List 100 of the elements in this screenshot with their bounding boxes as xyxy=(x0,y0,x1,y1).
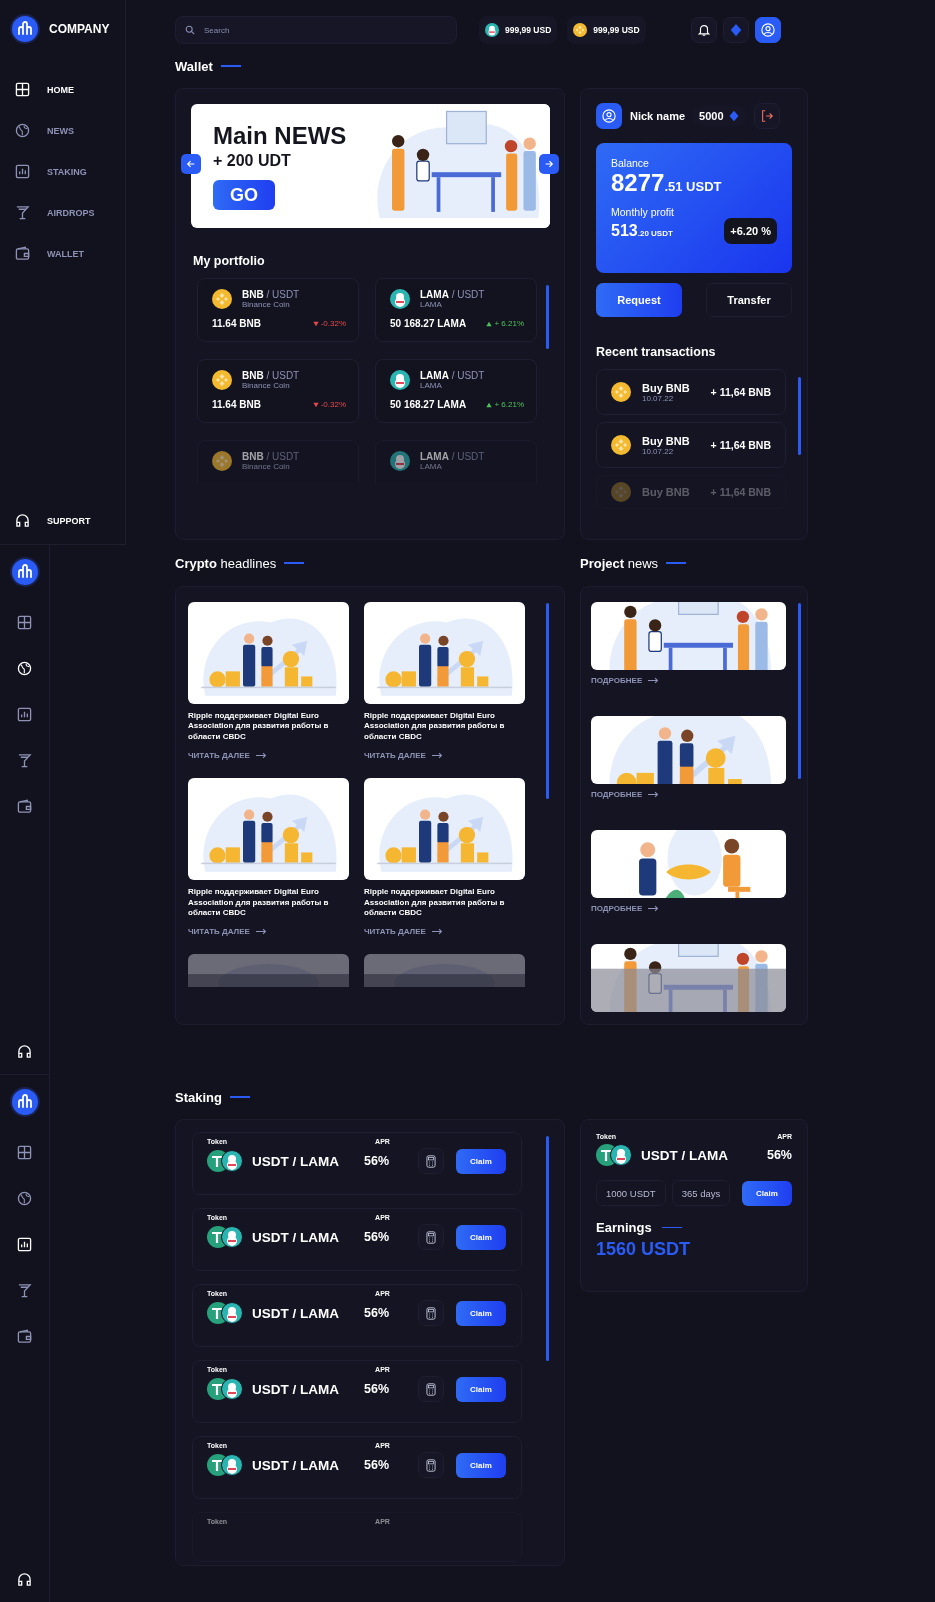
calculator-button[interactable] xyxy=(418,1224,444,1250)
nav-button[interactable] xyxy=(17,1145,32,1160)
nav-button[interactable] xyxy=(17,615,32,630)
balance-label: Balance xyxy=(611,157,650,169)
claim-button[interactable]: Claim xyxy=(456,1148,506,1174)
holding-amount: 11.64 BNB xyxy=(212,399,261,410)
nav-item[interactable]: HOME xyxy=(15,82,74,97)
user-icon xyxy=(602,109,616,123)
calculator-icon xyxy=(426,1230,436,1244)
profit-value: 513.20 USDT xyxy=(611,222,673,240)
calculator-button[interactable] xyxy=(418,1300,444,1326)
nav-item[interactable]: STAKING xyxy=(15,164,87,179)
diamond-button[interactable] xyxy=(722,17,749,43)
wallet-icon xyxy=(15,246,30,261)
pair-name: BNB / USDT xyxy=(242,451,300,462)
logo-icon xyxy=(9,1087,40,1117)
read-more-link[interactable]: ЧИТАТЬ ДАЛЕЕ xyxy=(364,927,443,937)
nav-button[interactable] xyxy=(17,753,32,768)
token-pair-icon xyxy=(207,1378,243,1400)
logout-button[interactable] xyxy=(753,103,780,129)
transaction-row[interactable]: Buy BNB 10.07.22 + 11,64 BNB xyxy=(596,422,786,468)
calculator-button[interactable] xyxy=(418,1452,444,1478)
transfer-button[interactable]: Transfer xyxy=(706,283,792,317)
support-button[interactable] xyxy=(17,1572,32,1587)
period-field[interactable]: 365 days xyxy=(671,1180,731,1206)
scrollbar[interactable] xyxy=(798,377,801,455)
arrow-right-icon xyxy=(648,791,660,798)
scrollbar[interactable] xyxy=(546,285,549,349)
coin-icon xyxy=(611,482,631,502)
arrow-right-icon xyxy=(255,752,267,760)
glass-icon xyxy=(15,205,30,220)
go-button[interactable]: GO xyxy=(213,180,275,210)
search-field[interactable]: Search xyxy=(175,16,457,44)
support-link[interactable]: SUPPORT xyxy=(10,513,91,528)
user-icon xyxy=(760,23,775,37)
coin-icon xyxy=(611,382,631,402)
next-button[interactable] xyxy=(539,154,559,174)
nav-item[interactable]: AIRDROPS xyxy=(15,205,95,220)
arrow-right-icon xyxy=(431,752,443,760)
profile-button[interactable] xyxy=(754,17,781,43)
scrollbar[interactable] xyxy=(546,1136,549,1361)
nav-item[interactable]: NEWS xyxy=(15,123,74,138)
holding-card[interactable]: BNB / USDT Binance Coin 11.64 BNB -0.32% xyxy=(197,359,359,423)
token-pair-icon xyxy=(207,1302,243,1324)
support-button[interactable] xyxy=(17,1044,32,1059)
nav-button[interactable] xyxy=(17,707,32,722)
transaction-date: 10.07.22 xyxy=(642,446,675,456)
nav-button[interactable] xyxy=(17,1191,32,1206)
claim-button[interactable]: Claim xyxy=(456,1376,506,1402)
coin-name: LAMA xyxy=(420,381,443,390)
read-more-link[interactable]: ПОДРОБНЕЕ xyxy=(591,676,660,685)
claim-button[interactable]: Claim xyxy=(742,1180,792,1206)
previous-button[interactable] xyxy=(181,154,201,174)
amount-field[interactable]: 1000 USDT xyxy=(596,1180,666,1206)
nav-item[interactable]: WALLET xyxy=(15,246,84,261)
read-more-link[interactable]: ЧИТАТЬ ДАЛЕЕ xyxy=(188,751,267,761)
claim-button[interactable]: Claim xyxy=(456,1452,506,1478)
claim-button[interactable]: Claim xyxy=(456,1224,506,1250)
nav-button[interactable] xyxy=(17,1329,32,1344)
read-more-link[interactable]: ЧИТАТЬ ДАЛЕЕ xyxy=(364,751,443,761)
notification-button[interactable] xyxy=(690,17,717,43)
chart-icon xyxy=(17,707,32,722)
logo-icon xyxy=(9,557,40,587)
read-more-link[interactable]: ПОДРОБНЕЕ xyxy=(591,790,660,799)
scrollbar[interactable] xyxy=(546,603,549,799)
globe-icon xyxy=(17,1191,32,1206)
request-button[interactable]: Request xyxy=(596,283,682,317)
coin-icon xyxy=(212,370,232,390)
transaction-date: 10.07.22 xyxy=(642,393,675,403)
holding-card[interactable]: LAMA / USDT LAMA xyxy=(375,440,537,483)
nav-button[interactable] xyxy=(17,799,32,814)
price-change: -0.32% xyxy=(312,400,346,409)
coin-name: Binance Coin xyxy=(242,462,291,471)
transaction-row[interactable]: Buy BNB 10.07.22 + 11,64 BNB xyxy=(596,369,786,415)
holding-card[interactable]: BNB / USDT Binance Coin 11.64 BNB -0.32% xyxy=(197,278,359,342)
triangle-up-icon xyxy=(486,401,493,408)
balance-chip: 999,99 USD xyxy=(567,16,646,44)
triangle-down-icon xyxy=(312,320,319,327)
holding-amount: 50 168.27 LAMA xyxy=(390,399,467,410)
diamond-icon xyxy=(728,23,743,37)
coin-name: LAMA xyxy=(420,462,443,471)
search-icon xyxy=(185,25,195,35)
calculator-button[interactable] xyxy=(418,1148,444,1174)
holding-card[interactable]: BNB / USDT Binance Coin xyxy=(197,440,359,483)
section-title: Project news xyxy=(580,555,659,571)
claim-button[interactable]: Claim xyxy=(456,1300,506,1326)
scrollbar[interactable] xyxy=(798,603,801,779)
holding-card[interactable]: LAMA / USDT LAMA 50 168.27 LAMA + 6.21% xyxy=(375,359,537,423)
diamond-icon xyxy=(727,110,740,122)
portfolio-title: My portfolio xyxy=(193,254,266,268)
apr-value: 56% xyxy=(364,1230,391,1244)
nav-button[interactable] xyxy=(17,1283,32,1298)
read-more-link[interactable]: ЧИТАТЬ ДАЛЕЕ xyxy=(188,927,267,937)
pair-name: USDT / LAMA xyxy=(252,1229,340,1245)
holding-card[interactable]: LAMA / USDT LAMA 50 168.27 LAMA + 6.21% xyxy=(375,278,537,342)
calculator-button[interactable] xyxy=(418,1376,444,1402)
pair-name: USDT / LAMA xyxy=(252,1457,340,1473)
article-headline: Ripple поддерживает Digital Euro Association для развития работы в области CBDC xyxy=(188,887,330,919)
nickname: Nick name xyxy=(630,110,686,122)
read-more-link[interactable]: ПОДРОБНЕЕ xyxy=(591,904,660,913)
